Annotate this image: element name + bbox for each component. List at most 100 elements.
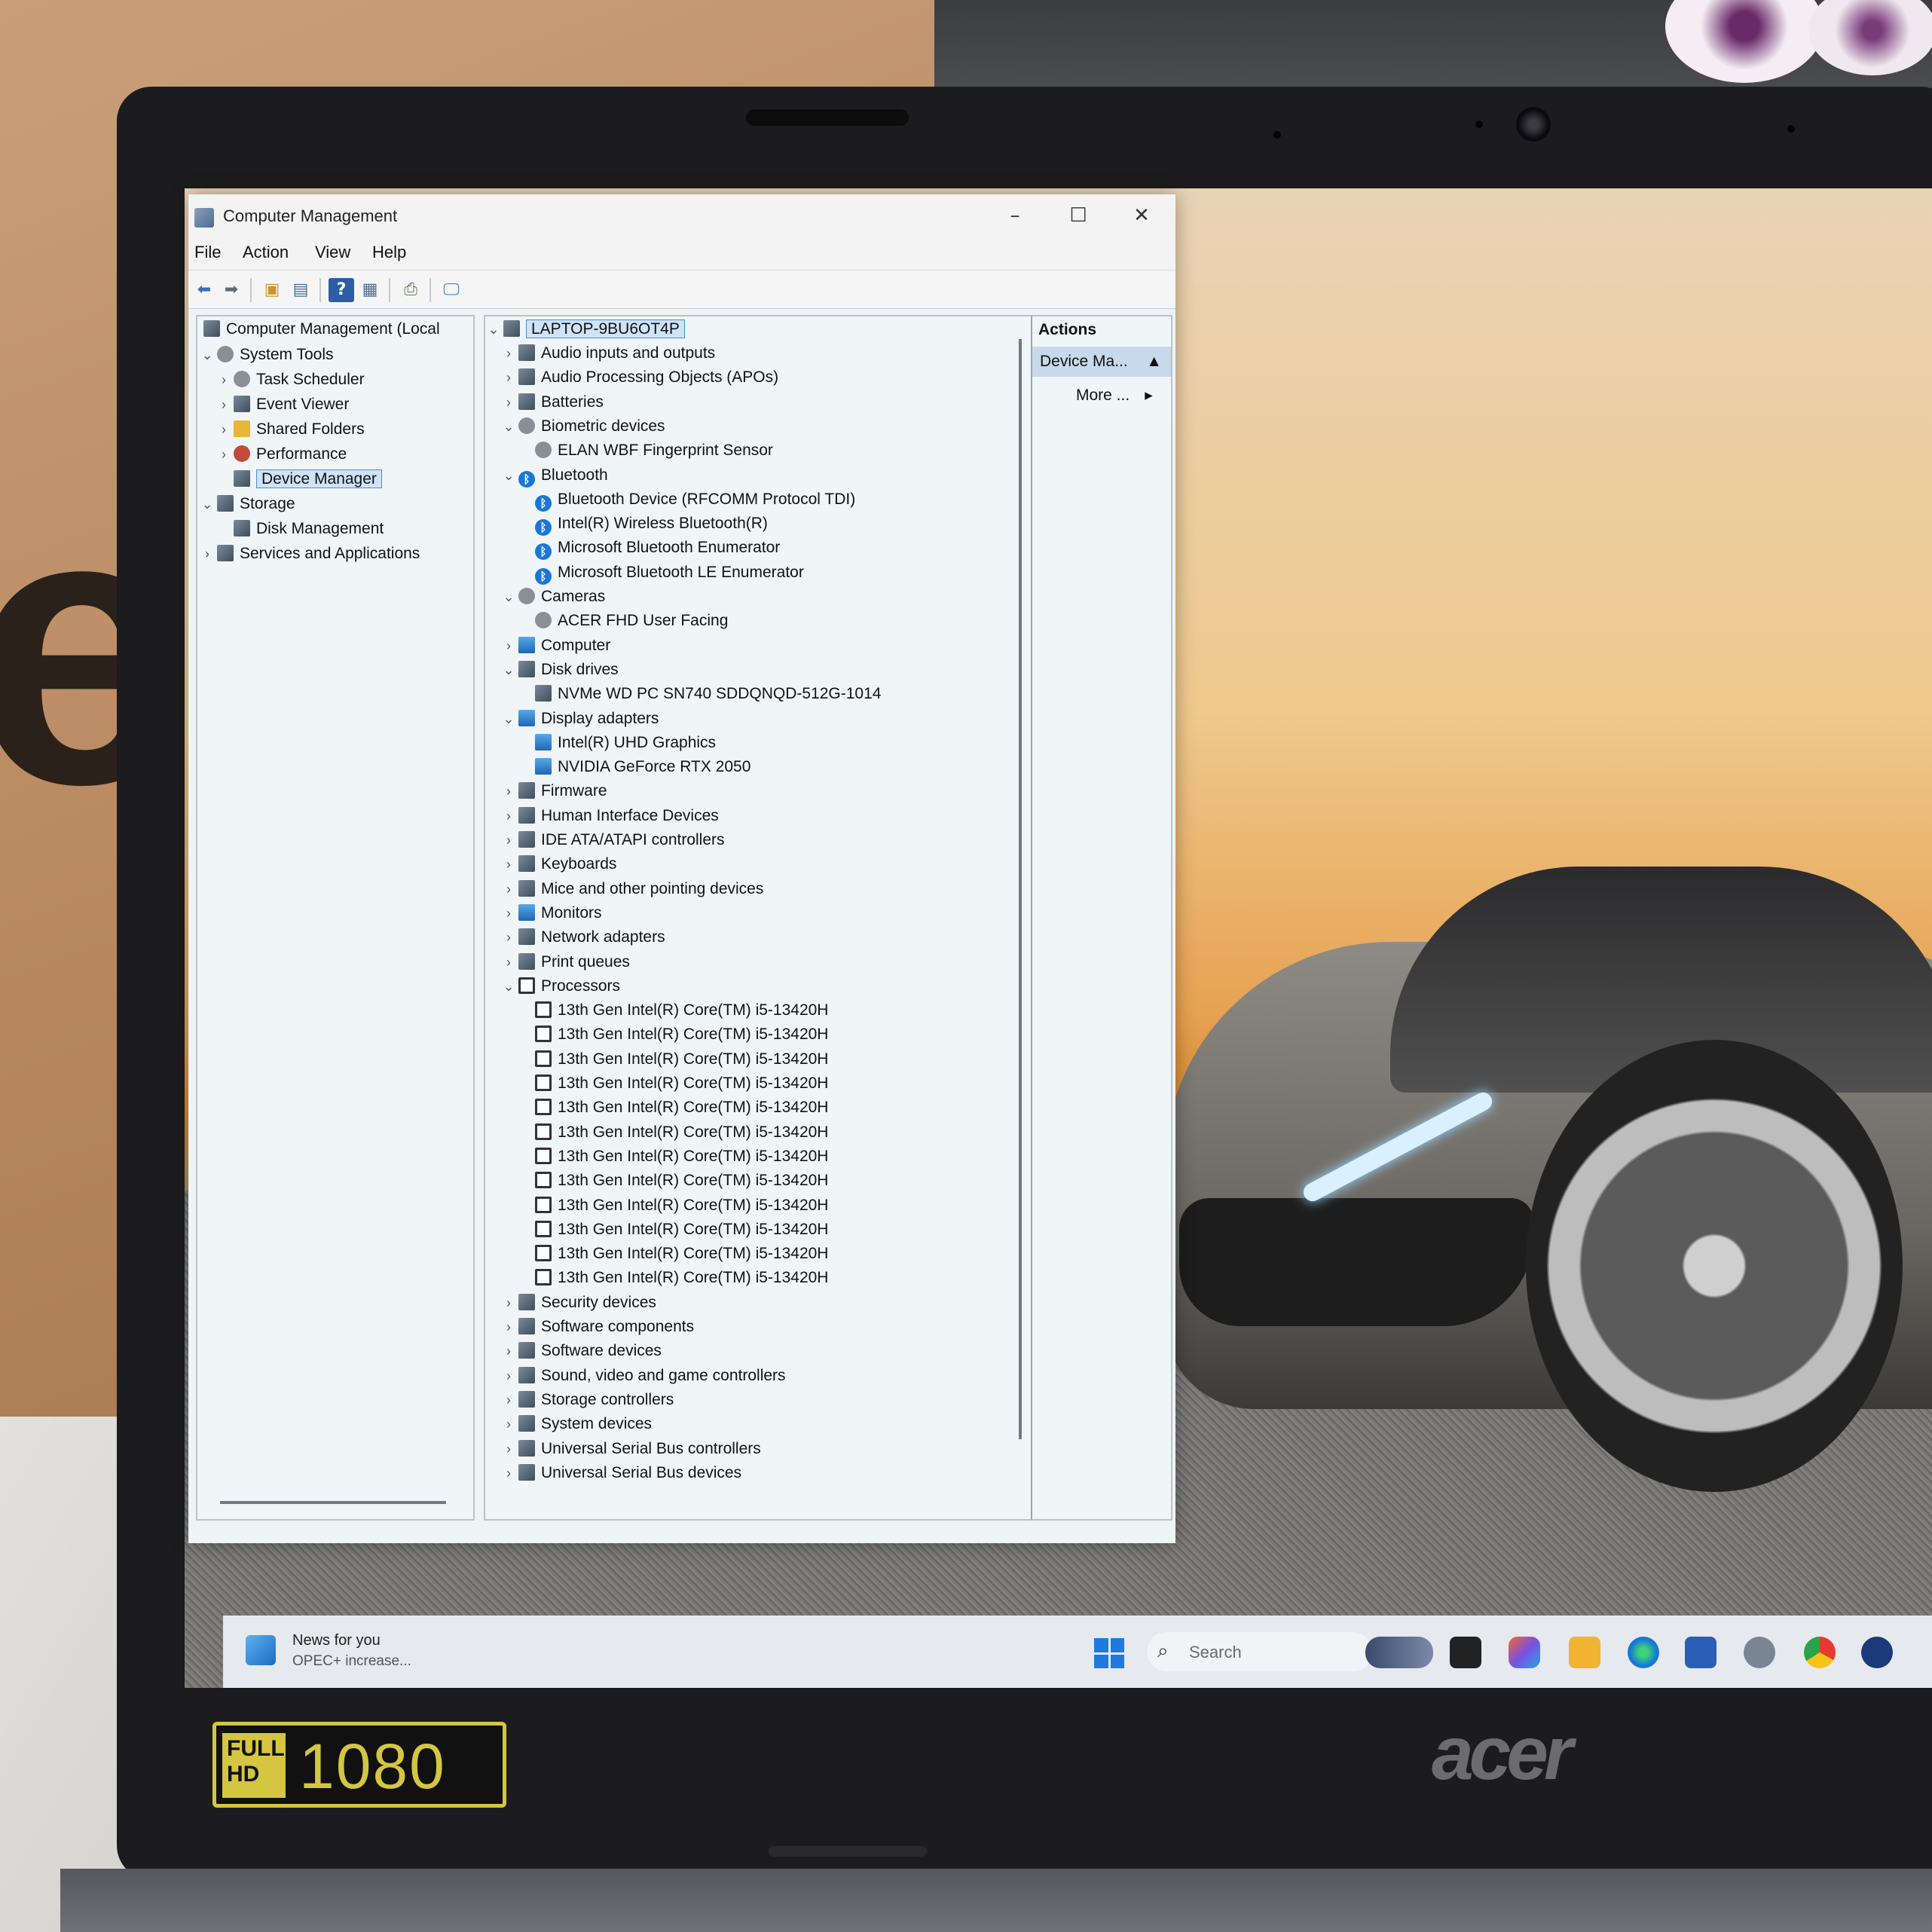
device-tree-item[interactable]: › IDE ATA/ATAPI controllers [502, 829, 725, 851]
chevron-right-icon[interactable]: › [217, 393, 231, 416]
up-folder-icon[interactable]: ▣ [259, 278, 285, 302]
device-tree-item[interactable]: ⌄ ᛒ Bluetooth [502, 464, 608, 488]
device-tree-item[interactable]: ACER FHD User Facing [518, 610, 728, 632]
device-tree-item[interactable]: › Software components [502, 1316, 694, 1338]
chevron-right-icon[interactable]: › [502, 805, 515, 827]
chevron-right-icon[interactable]: › [502, 878, 515, 900]
close-button[interactable]: ✕ [1115, 199, 1168, 232]
monitor-icon[interactable]: 🖵 [439, 278, 464, 302]
device-tree-item[interactable]: › Batteries [502, 391, 604, 414]
device-tree-item[interactable]: › System devices [502, 1413, 652, 1435]
chevron-down-icon[interactable]: ⌄ [502, 659, 515, 681]
device-tree-item[interactable]: › Keyboards [502, 853, 616, 876]
news-widget-icon[interactable] [246, 1635, 276, 1665]
device-tree-item[interactable]: ELAN WBF Fingerprint Sensor [518, 439, 773, 462]
chevron-right-icon[interactable]: › [502, 1365, 515, 1387]
device-tree-item[interactable]: ⌄ Display adapters [502, 708, 659, 730]
microsoft-store-icon[interactable] [1685, 1637, 1716, 1668]
chevron-right-icon[interactable]: › [502, 634, 515, 657]
device-tree-item[interactable]: 13th Gen Intel(R) Core(TM) i5-13420H [518, 1048, 828, 1071]
search-highlight-icon[interactable] [1365, 1637, 1433, 1668]
device-tree-item[interactable]: 13th Gen Intel(R) Core(TM) i5-13420H [518, 1121, 828, 1144]
chevron-down-icon[interactable]: ⌄ [502, 975, 515, 998]
chevron-right-icon[interactable]: › [502, 926, 515, 949]
chevron-down-icon[interactable]: ⌄ [502, 415, 515, 438]
edge-browser-icon[interactable] [1628, 1637, 1659, 1668]
chevron-right-icon[interactable]: › [502, 951, 515, 974]
device-tree-item[interactable]: › Firmware [502, 780, 607, 802]
device-tree-item[interactable]: Intel(R) UHD Graphics [518, 732, 716, 754]
tree-item-performance[interactable]: › Performance [217, 443, 347, 466]
device-tree-item[interactable]: NVMe WD PC SN740 SDDQNQD-512G-1014 [518, 683, 881, 705]
chevron-down-icon[interactable]: ⌄ [487, 318, 500, 341]
chevron-right-icon[interactable]: › [502, 1413, 515, 1435]
horizontal-scrollbar[interactable] [220, 1501, 446, 1504]
device-tree-item[interactable]: ⌄ Cameras [502, 585, 605, 608]
device-tree-item[interactable]: 13th Gen Intel(R) Core(TM) i5-13420H [518, 1194, 828, 1217]
chevron-right-icon[interactable]: › [502, 902, 515, 925]
tree-item-disk-management[interactable]: Disk Management [217, 518, 384, 540]
chevron-down-icon[interactable]: ⌄ [200, 493, 214, 515]
settings-gear-icon[interactable] [1744, 1637, 1775, 1668]
chevron-right-icon[interactable]: › [502, 366, 515, 389]
properties-icon[interactable]: ▦ [357, 278, 383, 302]
forward-arrow-icon[interactable]: ➡ [219, 278, 244, 302]
device-tree-item[interactable]: › Sound, video and game controllers [502, 1365, 786, 1387]
device-tree-root[interactable]: ⌄ LAPTOP-9BU6OT4P [487, 318, 685, 341]
device-tree-item[interactable]: ⌄ Disk drives [502, 659, 619, 681]
device-tree-item[interactable]: 13th Gen Intel(R) Core(TM) i5-13420H [518, 1023, 828, 1046]
tree-item-shared-folders[interactable]: › Shared Folders [217, 418, 365, 441]
chevron-down-icon[interactable]: ⌄ [502, 585, 515, 608]
windows-start-icon[interactable] [1094, 1638, 1124, 1668]
show-hide-tree-icon[interactable]: ▤ [288, 278, 313, 302]
device-tree-item[interactable]: 13th Gen Intel(R) Core(TM) i5-13420H [518, 1145, 828, 1168]
device-tree-item[interactable]: › Security devices [502, 1292, 656, 1314]
taskbar-search-box[interactable]: ⌕ Search [1147, 1632, 1373, 1671]
device-tree-item[interactable]: ᛒ Microsoft Bluetooth LE Enumerator [518, 561, 804, 585]
tree-item-services-applications[interactable]: › Services and Applications [200, 543, 420, 565]
device-tree-item[interactable]: › Audio Processing Objects (APOs) [502, 366, 778, 389]
back-arrow-icon[interactable]: ⬅ [191, 278, 217, 302]
chevron-down-icon[interactable]: ⌄ [502, 464, 515, 487]
device-tree-item[interactable]: › Universal Serial Bus devices [502, 1462, 741, 1484]
device-tree-item[interactable]: ⌄ Processors [502, 975, 620, 998]
chevron-down-icon[interactable]: ⌄ [502, 708, 515, 730]
chevron-right-icon[interactable]: › [502, 342, 515, 365]
device-tree-item[interactable]: ⌄ Biometric devices [502, 415, 665, 438]
device-tree-item[interactable]: ᛒ Microsoft Bluetooth Enumerator [518, 536, 780, 561]
device-tree-item[interactable]: › Mice and other pointing devices [502, 878, 763, 900]
chevron-right-icon[interactable]: › [200, 543, 214, 565]
actions-device-manager[interactable]: Device Ma... ▲ [1032, 347, 1171, 377]
tree-item-storage[interactable]: ⌄ Storage [200, 493, 295, 515]
device-tree-item[interactable]: 13th Gen Intel(R) Core(TM) i5-13420H [518, 1243, 828, 1265]
device-tree-item[interactable]: › Computer [502, 634, 610, 657]
device-tree-item[interactable]: 13th Gen Intel(R) Core(TM) i5-13420H [518, 1096, 828, 1119]
chevron-right-icon[interactable]: › [217, 368, 231, 391]
chevron-right-icon[interactable]: › [502, 1340, 515, 1362]
device-tree-item[interactable]: 13th Gen Intel(R) Core(TM) i5-13420H [518, 1267, 828, 1289]
tree-item-computer-management[interactable]: Computer Management (Local [200, 318, 440, 341]
file-explorer-icon[interactable] [1569, 1637, 1600, 1668]
title-bar[interactable]: Computer Management – ☐ ✕ [188, 194, 1175, 237]
tree-item-system-tools[interactable]: ⌄ System Tools [200, 344, 334, 366]
vertical-scrollbar[interactable] [1019, 339, 1022, 1439]
device-tree-item[interactable]: › Storage controllers [502, 1389, 674, 1411]
menu-file[interactable]: File [194, 243, 221, 262]
chevron-right-icon[interactable]: › [217, 443, 231, 466]
chevron-right-icon[interactable]: › [502, 853, 515, 876]
help-icon[interactable]: ? [329, 278, 354, 302]
chrome-browser-icon[interactable] [1804, 1637, 1836, 1668]
copilot-icon[interactable] [1509, 1637, 1540, 1668]
device-tree-item[interactable]: 13th Gen Intel(R) Core(TM) i5-13420H [518, 999, 828, 1022]
device-tree-item[interactable]: 13th Gen Intel(R) Core(TM) i5-13420H [518, 1218, 828, 1241]
device-tree-item[interactable]: NVIDIA GeForce RTX 2050 [518, 756, 750, 778]
news-widget-title[interactable]: News for you [292, 1632, 381, 1649]
actions-more[interactable]: More ... ▸ [1076, 386, 1153, 405]
chevron-right-icon[interactable]: › [502, 829, 515, 851]
menu-view[interactable]: View [315, 243, 350, 262]
chevron-right-icon[interactable]: › [502, 1292, 515, 1314]
device-tree-item[interactable]: › Monitors [502, 902, 602, 925]
chevron-right-icon[interactable]: › [502, 1438, 515, 1460]
chevron-right-icon[interactable]: › [502, 780, 515, 802]
task-view-icon[interactable] [1450, 1637, 1481, 1668]
